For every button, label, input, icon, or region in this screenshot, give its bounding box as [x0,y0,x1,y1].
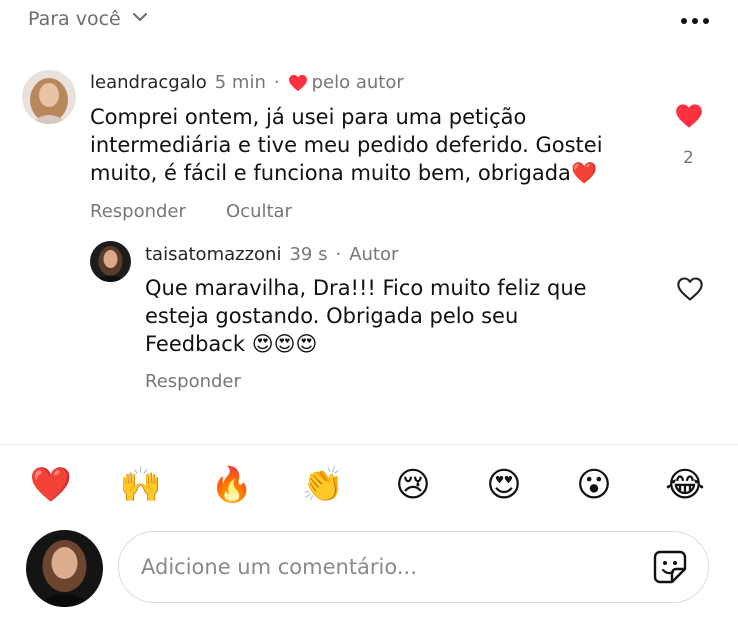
reply-text: Que maravilha, Dra!!! Fico muito feliz q… [145,274,615,358]
comment-text-emoji: ❤️ [570,161,598,185]
reply-text-body: Que maravilha, Dra!!! Fico muito feliz q… [145,276,587,356]
comment-text-body: Comprei ontem, já usei para uma petição … [90,105,603,185]
meta-separator: · [335,244,342,265]
reply-time: 39 s [289,244,328,265]
author-badge: Autor [349,244,399,265]
comment-like-count: 2 [683,148,694,168]
comment-meta: leandracgalo 5 min · pelo autor [90,72,404,93]
reply-username[interactable]: taisatomazzoni [145,244,281,265]
reply-meta: taisatomazzoni 39 s · Autor [145,244,398,265]
reaction-laughing-face[interactable]: 😂 [660,465,710,505]
more-options-icon[interactable] [678,10,712,32]
reaction-raised-hands[interactable]: 🙌 [116,465,166,505]
reply-reply-button[interactable]: Responder [145,371,241,392]
comment-text: Comprei ontem, já usei para uma petição … [90,103,630,187]
heart-filled-icon [288,74,308,92]
meta-separator: · [273,72,280,93]
reaction-surprised-face[interactable]: 😮 [569,465,619,505]
reaction-crying-face[interactable]: 😢 [388,465,438,505]
reply-like-button[interactable] [676,276,706,304]
current-user-avatar [26,530,103,607]
filter-label: Para você [28,8,121,30]
reaction-heart[interactable]: ❤️ [26,465,76,505]
comment-time: 5 min [214,72,266,93]
chevron-down-icon [131,8,149,30]
comment-composer[interactable] [118,531,709,603]
divider [0,444,738,445]
sticker-icon[interactable] [652,549,688,585]
comment-hide-button[interactable]: Ocultar [226,201,292,222]
comments-filter-dropdown[interactable]: Para você [28,8,149,30]
comment-reply-button[interactable]: Responder [90,201,186,222]
liked-by-author-label: pelo autor [311,72,404,93]
heart-filled-icon [676,104,702,128]
reply-avatar[interactable] [90,241,131,282]
reaction-fire[interactable]: 🔥 [207,465,257,505]
comment-input[interactable] [139,554,613,580]
reaction-clapping-hands[interactable]: 👏 [298,465,348,505]
comment-like-button[interactable] [675,103,705,131]
reply-text-emoji: 😍😍😍 [251,332,318,356]
comment-username[interactable]: leandracgalo [90,72,207,93]
reaction-heart-eyes[interactable]: 😍 [479,465,529,505]
heart-outline-icon [677,277,703,301]
commenter-avatar[interactable] [22,70,76,124]
